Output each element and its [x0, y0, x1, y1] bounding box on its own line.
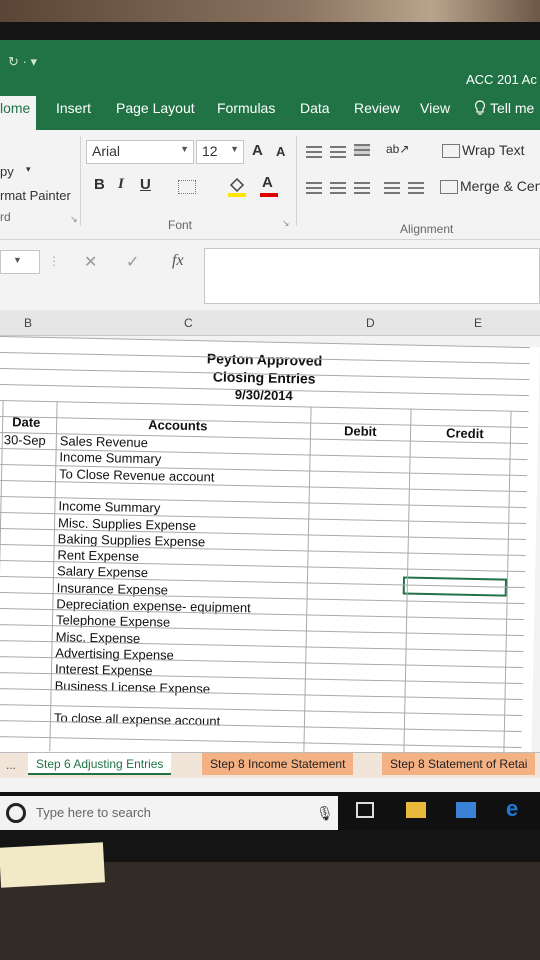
chevron-down-icon: ▼: [180, 144, 189, 154]
column-header-d[interactable]: D: [366, 316, 375, 330]
file-explorer-icon[interactable]: [406, 802, 426, 818]
align-top-icon[interactable]: [306, 146, 322, 158]
sheet-tab-step8-retained[interactable]: Step 8 Statement of Retai: [382, 753, 536, 775]
italic-button[interactable]: I: [118, 176, 124, 193]
entry-date-cell[interactable]: 30-Sep: [4, 432, 46, 448]
account-cell[interactable]: Business License Expense: [55, 678, 211, 696]
taskbar-search-placeholder: Type here to search: [36, 805, 151, 820]
formula-buttons: ✕ ✓ fx: [62, 250, 202, 276]
format-painter-button[interactable]: rmat Painter: [0, 188, 71, 203]
cancel-icon[interactable]: ✕: [84, 252, 97, 272]
align-center-icon[interactable]: [330, 182, 346, 194]
shrink-font-button[interactable]: A: [276, 144, 285, 159]
formula-bar-grip-icon: ⋮: [48, 254, 60, 268]
cortana-icon: [6, 803, 26, 823]
merge-center-button[interactable]: Merge & Cen: [460, 178, 540, 194]
tab-data[interactable]: Data: [300, 100, 330, 116]
tab-review[interactable]: Review: [354, 100, 400, 116]
microphone-icon[interactable]: 🎙: [316, 805, 334, 822]
grid-column-line: [0, 400, 4, 751]
account-cell[interactable]: Income Summary: [59, 450, 161, 467]
fill-color-icon[interactable]: [226, 176, 248, 198]
column-header-b[interactable]: B: [24, 316, 32, 330]
increase-indent-icon[interactable]: [408, 182, 424, 194]
lightbulb-icon: [475, 100, 485, 115]
windows-taskbar: Type here to search 🎙 e: [0, 792, 540, 830]
ribbon-separator: [296, 136, 297, 226]
ribbon-separator: [80, 136, 81, 226]
chevron-down-icon: ▼: [230, 144, 239, 154]
alignment-group-label: Alignment: [400, 222, 454, 236]
background-paper: [0, 842, 105, 888]
grid-row-line: [0, 735, 522, 749]
screen: ↻ · ▾ ACC 201 Ac lome Insert Page Layout…: [0, 40, 540, 830]
task-view-icon[interactable]: [356, 802, 374, 818]
tell-me-search[interactable]: Tell me: [474, 100, 534, 116]
sheet-tab-step6-adjusting[interactable]: Step 6 Adjusting Entries: [28, 753, 172, 775]
grid-row-line: [0, 719, 522, 733]
window-title: ACC 201 Ac: [466, 72, 537, 87]
enter-icon[interactable]: ✓: [126, 252, 139, 272]
font-launcher-icon[interactable]: ↘: [282, 218, 290, 229]
wrap-text-icon: [442, 144, 460, 158]
column-headers: B C D E: [0, 310, 540, 336]
tab-formulas[interactable]: Formulas: [217, 100, 275, 116]
header-credit[interactable]: Credit: [446, 425, 484, 441]
font-color-button[interactable]: A: [262, 174, 273, 191]
copy-button[interactable]: py: [0, 164, 14, 179]
account-cell[interactable]: To close all expense account: [54, 710, 220, 728]
clipboard-group-label: rd: [0, 210, 11, 224]
sheet-tab-bar: ... Step 6 Adjusting Entries Step 8 Inco…: [0, 752, 540, 778]
font-size-combo[interactable]: 12 ▼: [196, 140, 244, 164]
align-bottom-icon[interactable]: [354, 144, 370, 156]
formula-input[interactable]: [204, 248, 540, 304]
font-color-swatch: [260, 193, 278, 197]
column-header-e[interactable]: E: [474, 316, 482, 330]
quick-access-toolbar[interactable]: ↻ · ▾: [8, 54, 37, 70]
ribbon-tabs: lome Insert Page Layout Formulas Data Re…: [0, 96, 540, 130]
tell-me-label: Tell me: [490, 100, 535, 116]
align-right-icon[interactable]: [354, 182, 370, 194]
bold-button[interactable]: B: [94, 176, 105, 193]
tab-page-layout[interactable]: Page Layout: [116, 100, 195, 116]
align-left-icon[interactable]: [306, 182, 322, 194]
font-name-value: Arial: [92, 143, 121, 159]
wrap-text-button[interactable]: Wrap Text: [462, 142, 525, 158]
orientation-icon[interactable]: ab↗: [386, 142, 409, 156]
title-bar: ↻ · ▾ ACC 201 Ac lome Insert Page Layout…: [0, 40, 540, 132]
borders-icon[interactable]: [178, 180, 196, 194]
insert-function-icon[interactable]: fx: [172, 252, 184, 270]
ribbon: py ▾ rmat Painter rd ↘ Arial ▼ 12 ▼ A A …: [0, 130, 540, 240]
copy-dropdown-icon[interactable]: ▾: [26, 164, 31, 175]
edge-browser-icon[interactable]: e: [506, 796, 518, 822]
font-group-label: Font: [168, 218, 193, 232]
font-name-combo[interactable]: Arial ▼: [86, 140, 194, 164]
merge-center-icon: [440, 180, 458, 194]
grid-row-line: [0, 479, 527, 493]
worksheet-grid[interactable]: Peyton Approved Closing Entries 9/30/201…: [0, 336, 540, 768]
store-icon[interactable]: [456, 802, 476, 818]
underline-button[interactable]: U: [140, 176, 151, 193]
clipboard-launcher-icon[interactable]: ↘: [70, 214, 78, 225]
tab-insert[interactable]: Insert: [56, 100, 91, 116]
grid-row-line: [0, 415, 529, 429]
name-box[interactable]: ▼: [0, 250, 40, 274]
grow-font-button[interactable]: A: [252, 142, 263, 159]
grid-row-line: [0, 687, 523, 701]
chevron-down-icon: ▼: [13, 255, 22, 265]
decrease-indent-icon[interactable]: [384, 182, 400, 194]
column-header-c[interactable]: C: [184, 316, 193, 330]
sheet-nav-dots[interactable]: ...: [6, 758, 16, 772]
statement-title[interactable]: Closing Entries: [149, 367, 379, 388]
tab-view[interactable]: View: [420, 100, 450, 116]
grid-row-line: [0, 336, 530, 349]
tab-home[interactable]: lome: [0, 96, 37, 130]
font-size-value: 12: [202, 143, 218, 159]
taskbar-search[interactable]: Type here to search 🎙: [0, 796, 338, 830]
align-middle-icon[interactable]: [330, 146, 346, 158]
formula-bar: ▼ ⋮ ✕ ✓ fx: [0, 244, 540, 310]
sheet-tab-step8-income[interactable]: Step 8 Income Statement: [202, 753, 354, 775]
header-debit[interactable]: Debit: [344, 423, 377, 439]
